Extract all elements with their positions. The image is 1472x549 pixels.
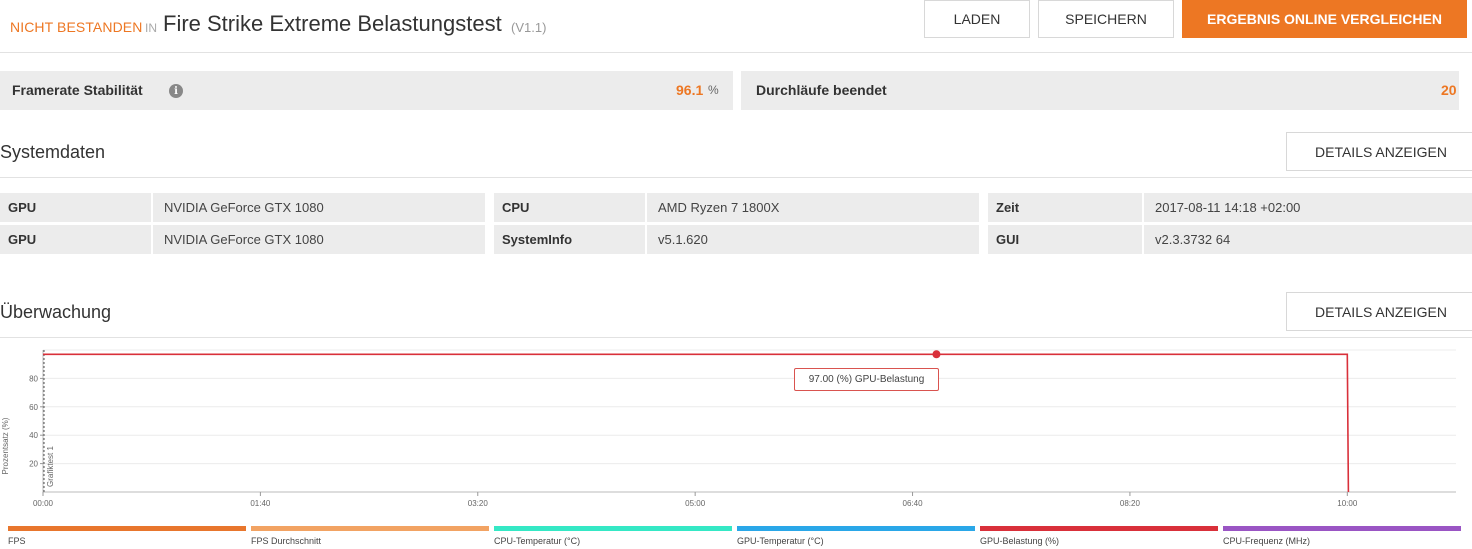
chart-y-tick-label: 60 bbox=[29, 403, 38, 412]
chart-y-tick-label: 40 bbox=[29, 431, 38, 440]
version-label: (V1.1) bbox=[511, 20, 547, 35]
sys-value-time: 2017-08-11 14:18 +02:00 bbox=[1144, 193, 1472, 222]
monitoring-chart: 20 40 60 80 00:00 01:40 03:20 05:00 06:40 08:20 10… bbox=[1, 349, 1456, 508]
sys-key-gpu-2: GPU bbox=[0, 225, 151, 254]
sys-key-gui: GUI bbox=[988, 225, 1142, 254]
chart-y-tick-label: 80 bbox=[29, 374, 38, 383]
chart-x-tick-label: 00:00 bbox=[33, 499, 54, 508]
chart-x-tick-label: 03:20 bbox=[468, 499, 489, 508]
chart-y-axis-label: Prozentsatz (%) bbox=[1, 417, 10, 474]
chart-x-tick-label: 05:00 bbox=[685, 499, 706, 508]
framerate-stability-value: 96.1 bbox=[676, 82, 704, 98]
sys-key-systeminfo: SystemInfo bbox=[494, 225, 645, 254]
legend-label[interactable]: CPU-Temperatur (°C) bbox=[494, 536, 580, 546]
legend-color-bar[interactable] bbox=[494, 526, 732, 531]
chart-series-line bbox=[43, 353, 1350, 493]
legend-label[interactable]: FPS bbox=[8, 536, 26, 546]
chart-x-tick-label: 01:40 bbox=[250, 499, 271, 508]
compare-online-button[interactable]: ERGEBNIS ONLINE VERGLEICHEN bbox=[1182, 0, 1467, 38]
loops-completed-value: 20 bbox=[1441, 82, 1457, 98]
monitoring-divider bbox=[0, 337, 1472, 338]
legend-label[interactable]: GPU-Temperatur (°C) bbox=[737, 536, 824, 546]
save-button[interactable]: SPEICHERN bbox=[1038, 0, 1174, 38]
sys-key-time: Zeit bbox=[988, 193, 1142, 222]
legend-color-bar[interactable] bbox=[1223, 526, 1461, 531]
system-divider bbox=[0, 177, 1472, 178]
loops-completed-box: Durchläufe beendet 20 bbox=[741, 71, 1459, 110]
legend-color-bar[interactable] bbox=[737, 526, 975, 531]
chart-x-tick-label: 10:00 bbox=[1337, 499, 1358, 508]
legend-label[interactable]: GPU-Belastung (%) bbox=[980, 536, 1059, 546]
in-label: IN bbox=[145, 21, 157, 35]
legend-color-bar[interactable] bbox=[8, 526, 246, 531]
sys-value-gpu-2: NVIDIA GeForce GTX 1080 bbox=[153, 225, 485, 254]
sys-value-systeminfo: v5.1.620 bbox=[647, 225, 979, 254]
chart-marker-label: Grafiktest 1 bbox=[46, 446, 55, 487]
framerate-stability-unit: % bbox=[708, 83, 719, 97]
load-button[interactable]: LADEN bbox=[924, 0, 1030, 38]
monitoring-title: Überwachung bbox=[0, 302, 112, 322]
header-divider bbox=[0, 52, 1472, 53]
legend-label[interactable]: FPS Durchschnitt bbox=[251, 536, 321, 546]
legend-color-bar[interactable] bbox=[251, 526, 489, 531]
legend-color-bar[interactable] bbox=[980, 526, 1218, 531]
monitoring-details-button[interactable]: DETAILS ANZEIGEN bbox=[1286, 292, 1472, 331]
chart-x-tick-label: 06:40 bbox=[903, 499, 924, 508]
chart-x-tick-label: 08:20 bbox=[1120, 499, 1141, 508]
system-details-button[interactable]: DETAILS ANZEIGEN bbox=[1286, 132, 1472, 171]
framerate-stability-box: Framerate Stabilität i 96.1 % bbox=[0, 71, 733, 110]
sys-value-gpu-1: NVIDIA GeForce GTX 1080 bbox=[153, 193, 485, 222]
sys-value-cpu: AMD Ryzen 7 1800X bbox=[647, 193, 979, 222]
sys-key-gpu-1: GPU bbox=[0, 193, 151, 222]
sys-key-cpu: CPU bbox=[494, 193, 645, 222]
framerate-stability-label: Framerate Stabilität bbox=[12, 82, 143, 98]
chart-tooltip: 97.00 (%) GPU-Belastung bbox=[794, 368, 939, 391]
page-title: Fire Strike Extreme Belastungstest bbox=[163, 11, 502, 36]
sys-value-gui: v2.3.3732 64 bbox=[1144, 225, 1472, 254]
legend-label[interactable]: CPU-Frequenz (MHz) bbox=[1223, 536, 1310, 546]
test-status: NICHT BESTANDEN bbox=[10, 19, 143, 35]
system-data-title: Systemdaten bbox=[0, 142, 106, 162]
chart-y-tick-label: 20 bbox=[29, 460, 38, 469]
chart-highlight-point bbox=[932, 350, 941, 359]
loops-completed-label: Durchläufe beendet bbox=[756, 82, 887, 98]
info-icon[interactable]: i bbox=[169, 84, 183, 98]
